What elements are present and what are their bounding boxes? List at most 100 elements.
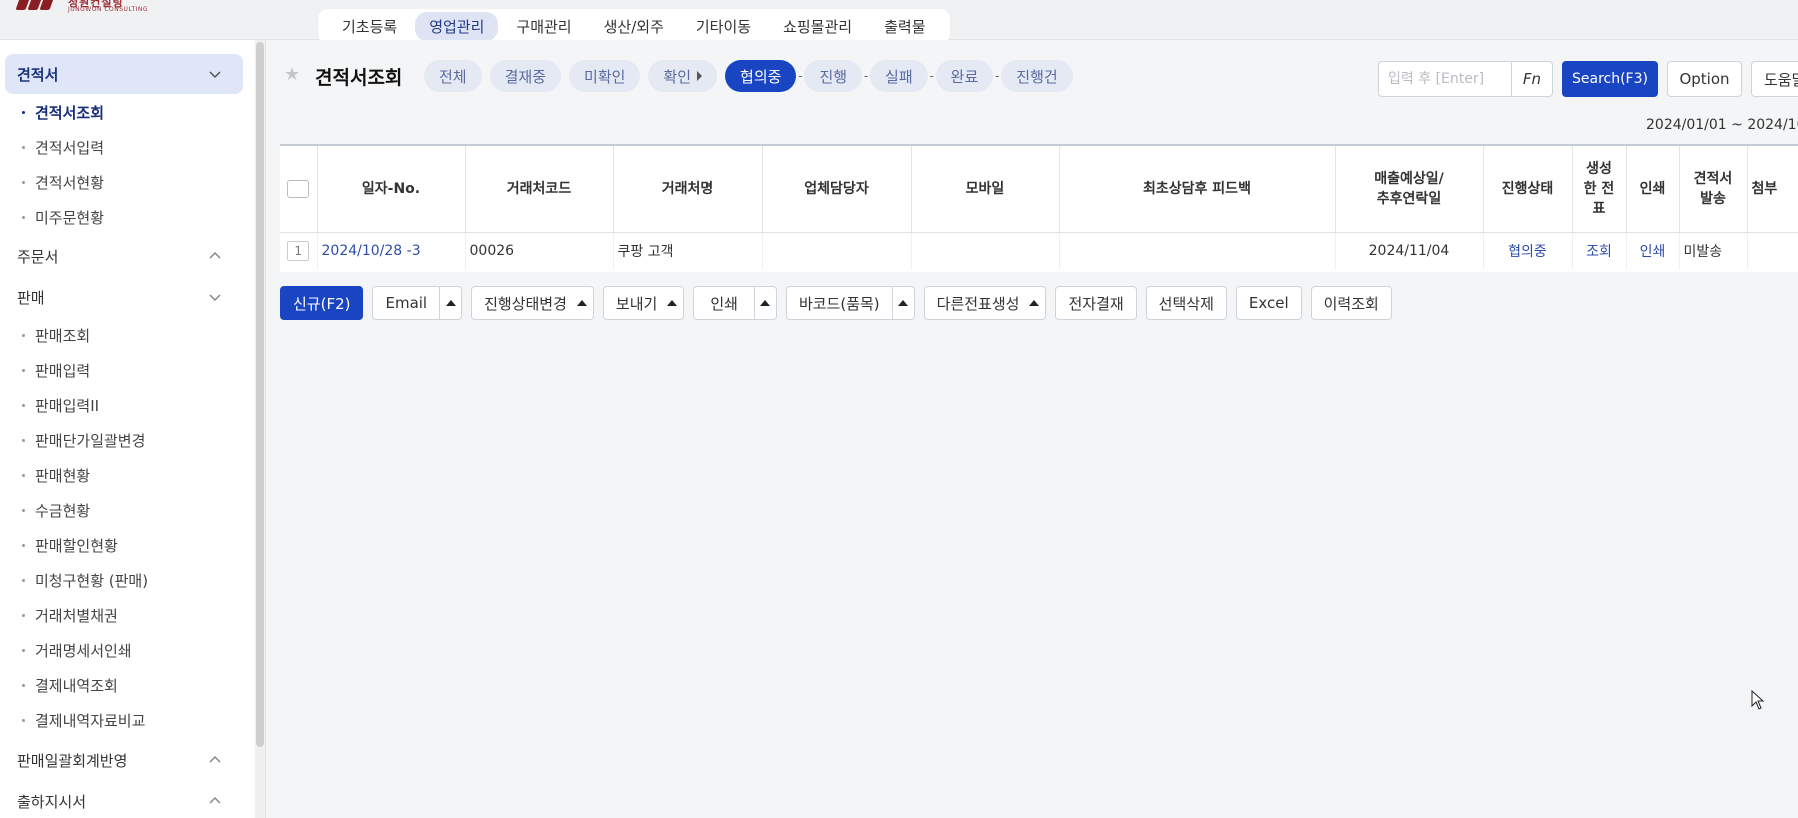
- cell-mobile: [911, 232, 1060, 270]
- sidebar-item-label: 판매조회: [35, 327, 91, 345]
- sidebar-section-bulk-accounting[interactable]: 판매일괄회계반영: [5, 740, 243, 780]
- sidebar-item-unbilled-status[interactable]: 미청구현황 (판매): [22, 570, 148, 591]
- sidebar-item-quote-status[interactable]: 견적서현황: [22, 172, 104, 193]
- sidebar-section-shipping-order[interactable]: 출하지시서: [5, 781, 243, 818]
- row-number-cell[interactable]: 1: [280, 232, 318, 270]
- sidebar-section-label: 견적서: [17, 65, 59, 84]
- column-header-created-voucher[interactable]: 생성 한 전 표: [1572, 146, 1627, 233]
- top-menu-purchase-management[interactable]: 구매관리: [502, 12, 585, 41]
- column-header-attachment[interactable]: 첨부: [1747, 146, 1798, 233]
- change-status-button[interactable]: 진행상태변경: [471, 286, 594, 320]
- cell-print-link[interactable]: 인쇄: [1626, 232, 1680, 270]
- cell-date-no[interactable]: 2024/10/28 -3: [317, 232, 466, 270]
- top-menu-other-transfer[interactable]: 기타이동: [682, 12, 765, 41]
- main-content: ★ 견적서조회 전체 결재중 미확인 확인 협의중 - 진행 - 실패 - 완료…: [266, 40, 1798, 818]
- sidebar-item-payment-view[interactable]: 결제내역조회: [22, 675, 118, 696]
- scrollbar-thumb[interactable]: [256, 42, 264, 747]
- row-number[interactable]: 1: [287, 241, 310, 262]
- email-button[interactable]: Email: [373, 294, 439, 312]
- sidebar-item-sales-input-2[interactable]: 판매입력II: [22, 395, 99, 416]
- column-header-print[interactable]: 인쇄: [1626, 146, 1680, 233]
- chip-confirmed[interactable]: 확인: [648, 60, 718, 92]
- print-button-group: 인쇄: [693, 286, 777, 320]
- favorite-star-icon[interactable]: ★: [284, 64, 300, 85]
- print-button[interactable]: 인쇄: [694, 293, 754, 314]
- column-header-feedback[interactable]: 최초상담후 피드백: [1059, 146, 1336, 233]
- top-menu-printouts[interactable]: 출력물: [870, 12, 939, 41]
- sidebar-item-discount-status[interactable]: 판매할인현황: [22, 535, 118, 556]
- cell-feedback: [1059, 232, 1336, 270]
- top-menu-production[interactable]: 생산/외주: [590, 12, 678, 41]
- sidebar-item-receivables-by-customer[interactable]: 거래처별채권: [22, 605, 118, 626]
- fn-button[interactable]: Fn: [1511, 62, 1552, 96]
- cell-attachment[interactable]: [1747, 232, 1798, 270]
- column-header-manager[interactable]: 업체담당자: [762, 146, 912, 233]
- sidebar-item-quote-view[interactable]: 견적서조회: [22, 102, 104, 123]
- cell-status[interactable]: 협의중: [1483, 232, 1573, 270]
- sidebar-item-sales-status[interactable]: 판매현황: [22, 465, 90, 486]
- search-input[interactable]: [1379, 62, 1511, 96]
- sidebar-scrollbar[interactable]: [255, 40, 265, 818]
- column-header-date-no[interactable]: 일자-No.: [317, 146, 466, 233]
- caret-up-icon: [760, 300, 771, 306]
- mouse-cursor-icon: [1751, 690, 1765, 710]
- sidebar: 견적서 견적서조회 견적서입력 견적서현황 미주문현황 주문서 판매 판매조회 …: [0, 40, 266, 818]
- chip-unconfirmed[interactable]: 미확인: [569, 60, 641, 92]
- option-button[interactable]: Option: [1667, 61, 1742, 97]
- sidebar-item-sales-input[interactable]: 판매입력: [22, 360, 90, 381]
- help-button[interactable]: 도움말: [1751, 61, 1798, 97]
- sidebar-item-statement-print[interactable]: 거래명세서인쇄: [22, 640, 132, 661]
- status-filter-chips: 전체 결재중 미확인 확인 협의중 - 진행 - 실패 - 완료 - 진행건: [424, 60, 1073, 92]
- barcode-button[interactable]: 바코드(품목): [787, 293, 892, 314]
- chip-negotiating[interactable]: 협의중: [725, 60, 797, 92]
- column-header-expected-date[interactable]: 매출예상일/ 추후연락일: [1335, 146, 1484, 233]
- barcode-dropdown-toggle[interactable]: [891, 287, 914, 319]
- sidebar-section-sales[interactable]: 판매: [5, 277, 243, 317]
- excel-button[interactable]: Excel: [1235, 286, 1302, 320]
- chip-in-progress[interactable]: 진행: [804, 60, 863, 92]
- company-logo[interactable]: 정원컨설팅 JUNGWON CONSULTING: [14, 0, 164, 16]
- sidebar-section-order[interactable]: 주문서: [5, 236, 243, 276]
- sidebar-item-payment-compare[interactable]: 결제내역자료비교: [22, 710, 145, 731]
- column-header-quote-sent[interactable]: 견적서 발송: [1679, 146, 1748, 233]
- chip-progress-items[interactable]: 진행건: [1001, 60, 1073, 92]
- send-button[interactable]: 보내기: [602, 286, 685, 320]
- column-header-customer-code[interactable]: 거래처코드: [465, 146, 614, 233]
- cell-voucher-view[interactable]: 조회: [1572, 232, 1627, 270]
- search-button[interactable]: Search(F3): [1562, 61, 1658, 97]
- chip-completed[interactable]: 완료: [935, 60, 994, 92]
- other-voucher-button[interactable]: 다른전표생성: [923, 286, 1047, 320]
- step-separator: -: [863, 69, 869, 83]
- column-header-status[interactable]: 진행상태: [1483, 146, 1573, 233]
- chip-in-approval[interactable]: 결재중: [489, 60, 562, 92]
- e-approval-button[interactable]: 전자결재: [1055, 286, 1137, 320]
- sidebar-item-label: 판매입력: [35, 362, 91, 380]
- column-header-customer-name[interactable]: 거래처명: [613, 146, 763, 233]
- print-dropdown-toggle[interactable]: [753, 287, 776, 319]
- top-menu-shopping-mall[interactable]: 쇼핑몰관리: [769, 12, 866, 41]
- sidebar-item-sales-view[interactable]: 판매조회: [22, 325, 90, 346]
- top-menu-sales-management[interactable]: 영업관리: [415, 12, 499, 41]
- new-button[interactable]: 신규(F2): [280, 286, 364, 320]
- select-all-checkbox[interactable]: [287, 179, 310, 198]
- sidebar-item-bulk-price-change[interactable]: 판매단가일괄변경: [22, 430, 145, 451]
- chip-failed[interactable]: 실패: [870, 60, 928, 92]
- sidebar-item-collection-status[interactable]: 수금현황: [22, 500, 90, 521]
- logo-subtext: JUNGWON CONSULTING: [68, 6, 149, 13]
- sidebar-item-quote-input[interactable]: 견적서입력: [22, 137, 104, 158]
- history-button[interactable]: 이력조회: [1310, 286, 1392, 320]
- button-label: 이력조회: [1323, 294, 1379, 313]
- column-header-mobile[interactable]: 모바일: [911, 146, 1060, 233]
- table-row[interactable]: 1 2024/10/28 -3 00026 쿠팡 고객 2024/11/04 협…: [280, 232, 1798, 270]
- sidebar-section-quote[interactable]: 견적서: [5, 54, 243, 94]
- button-label: 다른전표생성: [936, 294, 1020, 313]
- sidebar-item-unordered-status[interactable]: 미주문현황: [22, 207, 104, 228]
- bullet-icon: [22, 614, 25, 617]
- delete-selected-button[interactable]: 선택삭제: [1145, 286, 1227, 320]
- caret-up-icon-wrap: [571, 287, 593, 319]
- top-menu-basic-registration[interactable]: 기초등록: [328, 12, 411, 41]
- chip-all[interactable]: 전체: [424, 60, 482, 92]
- button-label: 선택삭제: [1158, 294, 1214, 313]
- sidebar-item-label: 수금현황: [35, 502, 91, 520]
- email-dropdown-toggle[interactable]: [439, 287, 461, 319]
